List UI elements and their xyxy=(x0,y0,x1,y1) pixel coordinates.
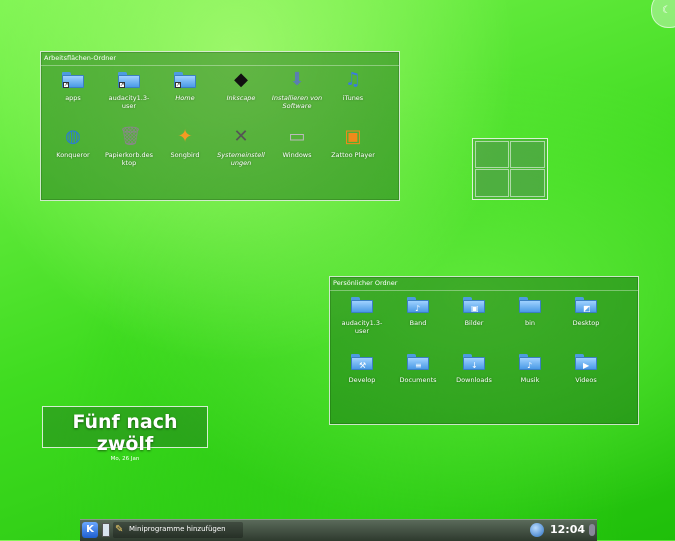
folder-link-icon: ↗ xyxy=(171,68,199,92)
icon-label: Windows xyxy=(282,151,312,159)
icon-label: Papierkorb.des ktop xyxy=(104,151,154,167)
music-folder-icon: ♪ xyxy=(404,293,432,317)
personal-folder-title: Persönlicher Ordner xyxy=(330,277,638,291)
desktop-icon-downloads[interactable]: ↓ Downloads xyxy=(446,350,502,384)
clock-date: Mo, 26 Jan xyxy=(110,456,140,462)
panel-toolbox-icon[interactable] xyxy=(589,524,595,536)
desktop-icon-zattoo-player[interactable]: ▣ Zattoo Player xyxy=(325,125,381,159)
folder-icon xyxy=(516,293,544,317)
desktop-toolbox-button[interactable]: ☾ xyxy=(651,0,675,28)
icon-label: apps xyxy=(65,94,81,102)
inkscape-icon: ◆ xyxy=(234,69,248,90)
pager-desktop-2[interactable] xyxy=(510,141,545,168)
desktop-icon-windows[interactable]: ▭ Windows xyxy=(269,125,325,159)
downloads-folder-icon: ↓ xyxy=(460,350,488,374)
itunes-icon: ♫ xyxy=(344,69,362,90)
desktop-folder-title: Arbeitsflächen-Ordner xyxy=(41,52,399,66)
folder-link-icon: ↗ xyxy=(115,68,143,92)
icon-label: Songbird xyxy=(170,151,200,159)
desktop-folder-icon: ◩ xyxy=(572,293,600,317)
desktop-icon-konqueror[interactable]: ◍ Konqueror xyxy=(45,125,101,159)
develop-folder-icon: ⚒ xyxy=(348,350,376,374)
taskbar-clock[interactable]: 12:04 xyxy=(550,523,585,536)
konqueror-icon: ◍ xyxy=(65,126,81,147)
desktop-icon-musik[interactable]: ♪ Musik xyxy=(502,350,558,384)
desktop-icon-bilder[interactable]: ▣ Bilder xyxy=(446,293,502,327)
folder-icon xyxy=(348,293,376,317)
icon-label: iTunes xyxy=(342,94,364,102)
icon-label: Installieren von Software xyxy=(271,94,323,110)
clock-time-text: Fünf nach zwölf xyxy=(72,411,178,455)
songbird-icon: ✦ xyxy=(177,126,193,147)
wrench-icon: ✎ xyxy=(115,524,124,535)
videos-folder-icon: ▶ xyxy=(572,350,600,374)
drive-icon: ▭ xyxy=(288,126,306,147)
icon-label: Zattoo Player xyxy=(331,151,375,159)
desktop-icon-itunes[interactable]: ♫ iTunes xyxy=(325,68,381,102)
desktop-icon-songbird[interactable]: ✦ Songbird xyxy=(157,125,213,159)
pager-desktop-4[interactable] xyxy=(510,169,545,197)
desktop-icon-home[interactable]: ↗ Home xyxy=(157,68,213,102)
folder-link-icon: ↗ xyxy=(59,68,87,92)
icon-label: bin xyxy=(524,319,536,327)
icon-label: audacity1.3- user xyxy=(341,319,383,335)
pager-desktop-1[interactable] xyxy=(475,141,509,168)
icon-label: Videos xyxy=(575,376,597,384)
fuzzy-clock-widget[interactable]: Fünf nach zwölf Mo, 26 Jan xyxy=(42,406,208,462)
icon-label: Systemeinstell ungen xyxy=(217,151,265,167)
add-widgets-button[interactable]: ✎ Miniprogramme hinzufügen xyxy=(113,522,243,538)
device-notifier-icon[interactable] xyxy=(102,523,110,537)
desktop-folder-widget: Arbeitsflächen-Ordner ↗ apps ↗ audacity1.3-… xyxy=(40,51,400,201)
cashew-icon: ☾ xyxy=(662,5,671,16)
icon-label: Home xyxy=(175,94,195,102)
icon-label: Inkscape xyxy=(226,94,256,102)
desktop-icon-develop[interactable]: ⚒ Develop xyxy=(334,350,390,384)
icon-label: Bilder xyxy=(464,319,484,327)
trash-icon: 🗑 xyxy=(119,126,142,147)
icon-label: Develop xyxy=(348,376,376,384)
desktop-icon-installieren-von-software[interactable]: ⬇ Installieren von Software xyxy=(269,68,325,110)
documents-folder-icon: ≡ xyxy=(404,350,432,374)
taskbar-panel: K ✎ Miniprogramme hinzufügen 12:04 xyxy=(80,519,597,541)
network-tray-icon[interactable] xyxy=(530,523,544,537)
icon-label: Downloads xyxy=(456,376,492,384)
icon-label: Musik xyxy=(520,376,540,384)
desktop-icon-systemeinstell-ungen[interactable]: ✕ Systemeinstell ungen xyxy=(213,125,269,167)
personal-folder-widget: Persönlicher Ordner audacity1.3- user ♪ Ban… xyxy=(329,276,639,425)
desktop-icon-videos[interactable]: ▶ Videos xyxy=(558,350,614,384)
icon-label: audacity1.3- user xyxy=(108,94,150,110)
icon-label: Band xyxy=(409,319,427,327)
kde-menu-button[interactable]: K xyxy=(82,522,98,538)
icon-label: Documents xyxy=(399,376,437,384)
desktop-icon-documents[interactable]: ≡ Documents xyxy=(390,350,446,384)
install-software-icon: ⬇ xyxy=(289,69,305,90)
pictures-folder-icon: ▣ xyxy=(460,293,488,317)
desktop-icon-inkscape[interactable]: ◆ Inkscape xyxy=(213,68,269,102)
icon-label: Konqueror xyxy=(56,151,90,159)
icon-label: Desktop xyxy=(572,319,600,327)
desktop-icon-audacity1.3--user[interactable]: audacity1.3- user xyxy=(334,293,390,335)
system-settings-icon: ✕ xyxy=(233,126,249,147)
desktop-icon-band[interactable]: ♪ Band xyxy=(390,293,446,327)
desktop-icon-audacity1.3--user[interactable]: ↗ audacity1.3- user xyxy=(101,68,157,110)
tv-icon: ▣ xyxy=(344,126,362,147)
desktop-icon-apps[interactable]: ↗ apps xyxy=(45,68,101,102)
music-folder-icon: ♪ xyxy=(516,350,544,374)
desktop-icon-papierkorb.des-ktop[interactable]: 🗑 Papierkorb.des ktop xyxy=(101,125,157,167)
desktop-icon-desktop[interactable]: ◩ Desktop xyxy=(558,293,614,327)
desktop-icon-bin[interactable]: bin xyxy=(502,293,558,327)
pager-desktop-3[interactable] xyxy=(475,169,509,197)
virtual-desktop-pager xyxy=(472,138,548,200)
add-widgets-label: Miniprogramme hinzufügen xyxy=(129,525,226,533)
